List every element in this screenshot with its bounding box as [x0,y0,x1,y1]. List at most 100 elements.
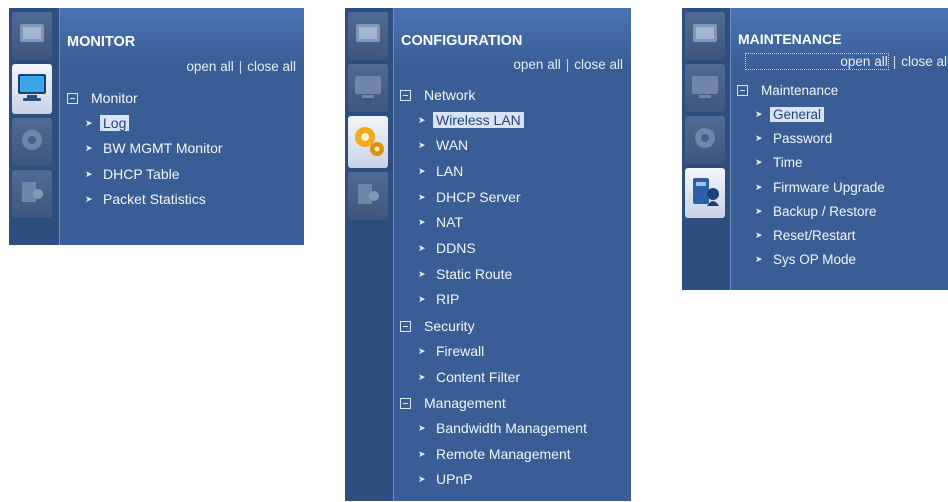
tree-group-security[interactable]: Security [400,316,475,336]
menu-item-nat[interactable]: ➤ NAT [418,212,463,232]
arrow-right-icon: ➤ [85,169,93,180]
tab-monitor[interactable] [12,64,52,114]
tab-configuration[interactable] [12,118,52,166]
menu-item-static-route[interactable]: ➤ Static Route [418,264,512,284]
monitor-tab-icon [692,76,718,98]
gear-icon [695,128,715,148]
menu-item-label: DDNS [436,240,476,256]
menu-item-reset-restart[interactable]: ➤ Reset/Restart [755,226,856,246]
menu-item-wan[interactable]: ➤ WAN [418,135,468,155]
menu-item-rip[interactable]: ➤ RIP [418,289,459,309]
arrow-right-icon: ➤ [755,133,763,144]
close-all-link[interactable]: close all [901,54,948,69]
menu-item-password[interactable]: ➤ Password [755,129,832,149]
menu-item-general[interactable]: ➤ General [755,105,825,125]
tab-configuration[interactable] [348,116,388,168]
menu-item-remote-management[interactable]: ➤ Remote Management [418,444,571,464]
menu-item-label: Bandwidth Management [436,420,587,436]
close-all-link[interactable]: close all [574,57,623,72]
arrow-right-icon: ➤ [418,269,426,280]
arrow-right-icon: ➤ [418,115,426,126]
tab-strip [345,8,393,501]
open-all-link[interactable]: open all [745,53,889,70]
tab-configuration[interactable] [685,116,725,164]
menu-item-time[interactable]: ➤ Time [755,153,803,173]
configuration-panel: CONFIGURATION open all | close all Network… [345,8,631,501]
tab-maintenance[interactable] [348,172,388,220]
close-all-link[interactable]: close all [247,59,296,74]
menu-item-packet-statistics[interactable]: ➤ Packet Statistics [85,189,206,209]
menu-item-label: Time [773,155,803,170]
open-all-link[interactable]: open all [186,59,233,74]
menu-item-firewall[interactable]: ➤ Firewall [418,341,484,361]
menu-item-label: RIP [436,291,460,307]
menu-item-bw-mgmt-monitor[interactable]: ➤ BW MGMT Monitor [85,138,223,158]
open-all-link[interactable]: open all [513,57,560,72]
tab-monitor[interactable] [348,64,388,112]
status-tab-icon [693,24,717,42]
group-label: Security [424,318,475,334]
menu-item-dhcp-server[interactable]: ➤ DHCP Server [418,187,521,207]
collapse-box-icon[interactable] [737,84,748,96]
collapse-box-icon[interactable] [400,320,411,332]
maintenance-tab-icon [358,184,379,204]
tab-status[interactable] [685,12,725,60]
tab-maintenance[interactable] [685,168,725,218]
arrow-right-icon: ➤ [418,192,426,203]
menu-item-label: WAN [436,137,469,153]
collapse-box-icon[interactable] [67,92,78,104]
menu-item-label: Wireless LAN [433,112,524,128]
arrow-right-icon: ➤ [418,243,426,254]
menu-item-label: General [770,107,825,122]
menu-item-label: DHCP Table [103,166,180,182]
menu-item-label: Packet Statistics [103,191,206,207]
menu-item-lan[interactable]: ➤ LAN [418,161,463,181]
menu-item-label: Log [100,115,130,131]
panel-title: MAINTENANCE [738,31,842,47]
tree-group-monitor[interactable]: Monitor [67,88,138,108]
menu-item-sys-op-mode[interactable]: ➤ Sys OP Mode [755,250,856,270]
gear-icon [22,130,42,150]
arrow-right-icon: ➤ [418,294,426,305]
group-label: Monitor [91,90,138,106]
tree-group-maintenance[interactable]: Maintenance [737,81,838,101]
menu-item-firmware-upgrade[interactable]: ➤ Firmware Upgrade [755,178,885,198]
collapse-box-icon[interactable] [400,89,411,101]
separator: | [565,57,570,72]
monitor-tab-icon [355,76,381,98]
tree-group-network[interactable]: Network [400,85,475,105]
arrow-right-icon: ➤ [755,109,763,120]
menu-item-upnp[interactable]: ➤ UPnP [418,469,473,489]
tree-group-management[interactable]: Management [400,393,506,413]
menu-item-label: Static Route [436,266,513,282]
tab-monitor[interactable] [685,64,725,112]
menu-item-content-filter[interactable]: ➤ Content Filter [418,367,520,387]
tab-maintenance[interactable] [12,170,52,218]
arrow-right-icon: ➤ [755,254,763,265]
maintenance-panel: MAINTENANCE open all | close all Maintenan… [682,8,948,290]
tab-status[interactable] [12,12,52,60]
arrow-right-icon: ➤ [85,118,93,129]
configuration-tab-icon [355,127,384,156]
open-close-links: open all | close all [186,59,296,74]
configuration-menu: CONFIGURATION open all | close all Network… [393,8,631,501]
maintenance-menu: MAINTENANCE open all | close all Maintenan… [730,8,948,290]
menu-item-dhcp-table[interactable]: ➤ DHCP Table [85,164,180,184]
menu-item-label: Firewall [436,343,485,359]
maintenance-tab-icon [693,178,719,206]
menu-item-label: Password [773,131,833,146]
arrow-right-icon: ➤ [755,182,763,193]
arrow-right-icon: ➤ [418,474,426,485]
menu-item-bandwidth-management[interactable]: ➤ Bandwidth Management [418,418,587,438]
tab-status[interactable] [348,12,388,60]
arrow-right-icon: ➤ [418,217,426,228]
menu-item-wireless-lan[interactable]: ➤ Wireless LAN [418,110,524,130]
menu-item-backup-restore[interactable]: ➤ Backup / Restore [755,202,877,222]
menu-item-ddns[interactable]: ➤ DDNS [418,238,476,258]
monitor-tab-icon [18,74,46,101]
menu-item-label: Backup / Restore [773,204,877,219]
menu-item-log[interactable]: ➤ Log [85,113,130,133]
arrow-right-icon: ➤ [755,206,763,217]
collapse-box-icon[interactable] [400,397,411,409]
arrow-right-icon: ➤ [418,423,426,434]
